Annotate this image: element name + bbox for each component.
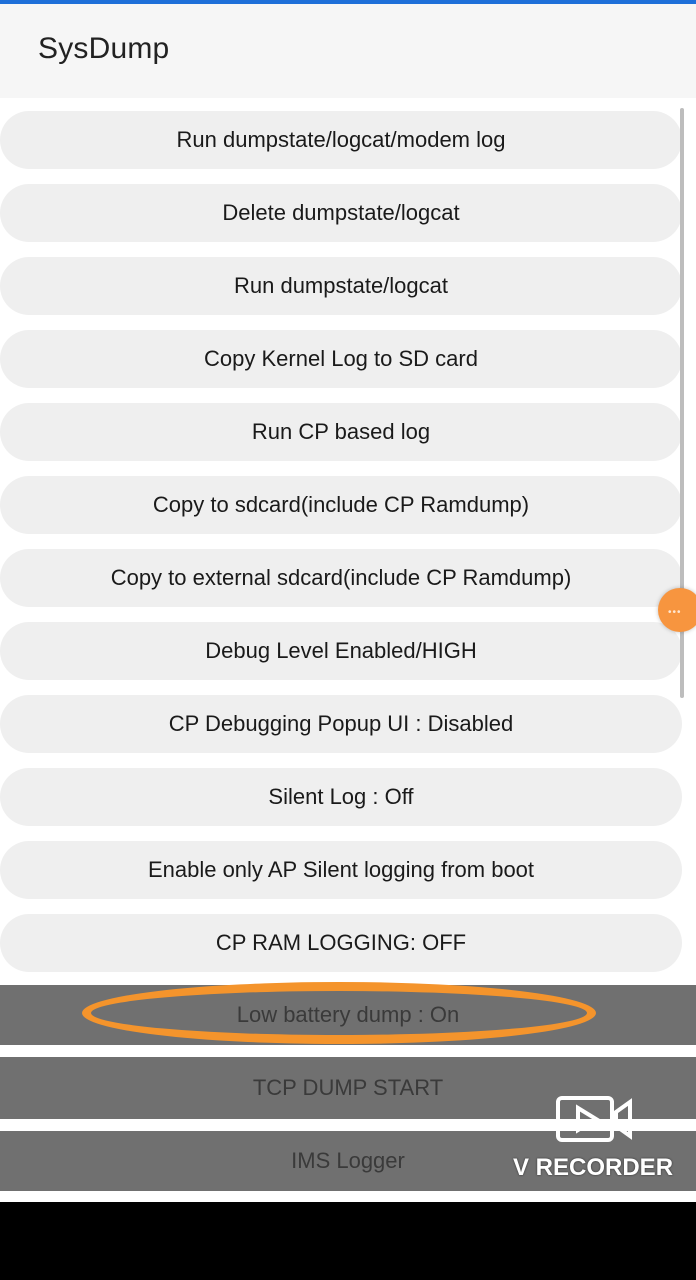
copy-to-external-sdcard-button[interactable]: Copy to external sdcard(include CP Ramdu… <box>0 549 682 607</box>
recorder-watermark: V RECORDER <box>513 1154 674 1181</box>
copy-to-sdcard-button[interactable]: Copy to sdcard(include CP Ramdump) <box>0 476 682 534</box>
copy-kernel-log-button[interactable]: Copy Kernel Log to SD card <box>0 330 682 388</box>
cp-ram-logging-button[interactable]: CP RAM LOGGING: OFF <box>0 914 682 972</box>
divider <box>0 1045 696 1057</box>
cp-debugging-popup-button[interactable]: CP Debugging Popup UI : Disabled <box>0 695 682 753</box>
more-dots-icon: ••• <box>668 607 682 618</box>
app-bar: SysDump <box>0 4 696 98</box>
delete-dumpstate-logcat-button[interactable]: Delete dumpstate/logcat <box>0 184 682 242</box>
video-recorder-icon <box>556 1096 632 1142</box>
run-dumpstate-logcat-button[interactable]: Run dumpstate/logcat <box>0 257 682 315</box>
debug-level-button[interactable]: Debug Level Enabled/HIGH <box>0 622 682 680</box>
divider <box>0 1191 696 1202</box>
run-dumpstate-logcat-modem-button[interactable]: Run dumpstate/logcat/modem log <box>0 111 682 169</box>
low-battery-dump-button[interactable]: Low battery dump : On <box>0 985 696 1045</box>
floating-action-button[interactable]: ••• <box>658 588 696 632</box>
page-title: SysDump <box>38 32 170 65</box>
run-cp-based-log-button[interactable]: Run CP based log <box>0 403 682 461</box>
silent-log-button[interactable]: Silent Log : Off <box>0 768 682 826</box>
navigation-bar-area <box>0 1202 696 1280</box>
ap-silent-logging-boot-button[interactable]: Enable only AP Silent logging from boot <box>0 841 682 899</box>
